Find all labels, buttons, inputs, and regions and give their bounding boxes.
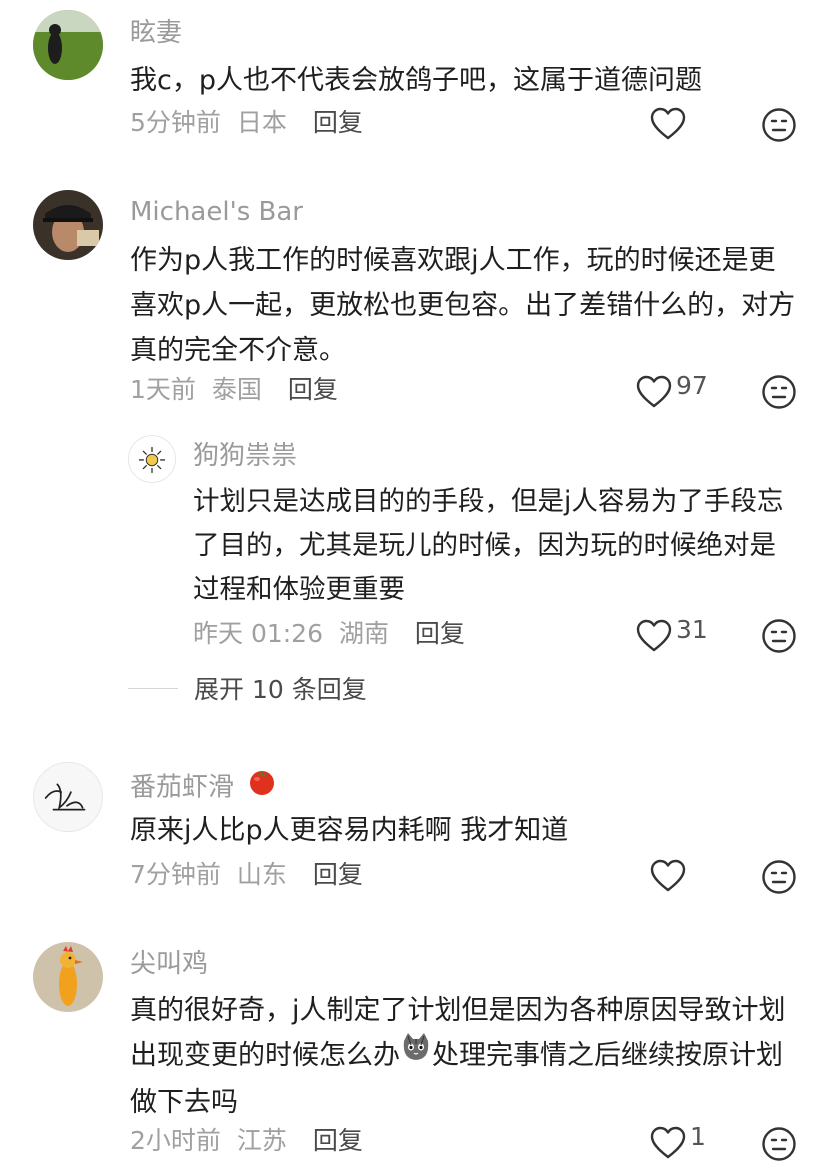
dislike-button[interactable] (761, 859, 797, 895)
username-text: 番茄虾滑 (130, 772, 235, 803)
meh-face-icon (761, 374, 797, 410)
comment-text: 我c，p人也不代表会放鸽子吧，这属于道德问题 (130, 65, 702, 96)
comment-meta: 5分钟前 日本 回复 (130, 108, 363, 138)
like-button[interactable] (650, 104, 686, 144)
avatar[interactable] (128, 435, 176, 483)
comment-location: 日本 (236, 108, 287, 137)
dislike-button[interactable] (761, 1126, 797, 1162)
comment-time: 7分钟前 (130, 860, 221, 889)
comment-time: 1天前 (130, 375, 196, 404)
reply-button[interactable]: 回复 (288, 375, 338, 404)
reply-button[interactable]: 回复 (415, 619, 465, 648)
comment-time: 5分钟前 (130, 108, 221, 137)
username[interactable]: 眩妻 (130, 17, 182, 49)
reply-button[interactable]: 回复 (313, 1126, 363, 1155)
heart-outline-icon (650, 859, 686, 893)
comment-meta: 7分钟前 山东 回复 (130, 860, 363, 890)
meh-face-icon (761, 859, 797, 895)
comment-location: 江苏 (236, 1126, 287, 1155)
comment-text: 作为p人我工作的时候喜欢跟j人工作，玩的时候还是更喜欢p人一起，更放松也更包容。… (130, 245, 796, 366)
tomato-emoji (246, 765, 278, 805)
divider (128, 687, 178, 689)
avatar[interactable] (33, 190, 103, 260)
avatar[interactable] (33, 942, 103, 1012)
dislike-button[interactable] (761, 107, 797, 143)
like-count: 31 (676, 615, 708, 644)
comment-time: 2小时前 (130, 1126, 221, 1155)
like-button[interactable] (650, 856, 686, 896)
like-button[interactable]: 31 (636, 615, 708, 656)
username[interactable]: Michael's Bar (130, 196, 303, 228)
meh-face-icon (761, 618, 797, 654)
heart-outline-icon (636, 619, 672, 653)
comment-meta: 1天前 泰国 回复 (130, 375, 338, 405)
heart-outline-icon (636, 375, 672, 409)
comment-location: 泰国 (211, 375, 262, 404)
reply-button[interactable]: 回复 (313, 108, 363, 137)
comment-text: 真的很好奇，j人制定了计划但是因为各种原因导致计划出现变更的时候怎么办 处理完事情… (130, 988, 802, 1125)
reply-location: 湖南 (338, 619, 389, 648)
meh-face-icon (761, 1126, 797, 1162)
comment-text: 原来j人比p人更容易内耗啊 我才知道 (130, 815, 569, 846)
dislike-button[interactable] (761, 618, 797, 654)
avatar[interactable] (33, 762, 103, 832)
comment-meta: 2小时前 江苏 回复 (130, 1126, 363, 1156)
reply-meta: 昨天 01:26 湖南 回复 (193, 619, 465, 649)
meh-face-icon (761, 107, 797, 143)
username[interactable]: 番茄虾滑 (130, 768, 278, 808)
comment-location: 山东 (236, 860, 287, 889)
reply-time: 昨天 01:26 (193, 619, 323, 648)
cat-face-emoji (400, 1031, 432, 1077)
reply-username[interactable]: 狗狗祟祟 (193, 440, 297, 472)
username[interactable]: 尖叫鸡 (130, 948, 208, 980)
like-count: 97 (676, 371, 708, 400)
heart-outline-icon (650, 1126, 686, 1160)
reply-text: 计划只是达成目的的手段，但是j人容易为了手段忘了目的，尤其是玩儿的时候，因为玩的… (193, 486, 784, 605)
reply-button[interactable]: 回复 (313, 860, 363, 889)
dislike-button[interactable] (761, 374, 797, 410)
expand-replies-button[interactable]: 展开 10 条回复 (128, 670, 367, 706)
heart-outline-icon (650, 107, 686, 141)
like-count: 1 (690, 1122, 706, 1151)
like-button[interactable]: 97 (636, 371, 708, 412)
like-button[interactable]: 1 (650, 1122, 706, 1163)
expand-replies-label: 展开 10 条回复 (194, 675, 367, 704)
avatar[interactable] (33, 10, 103, 80)
